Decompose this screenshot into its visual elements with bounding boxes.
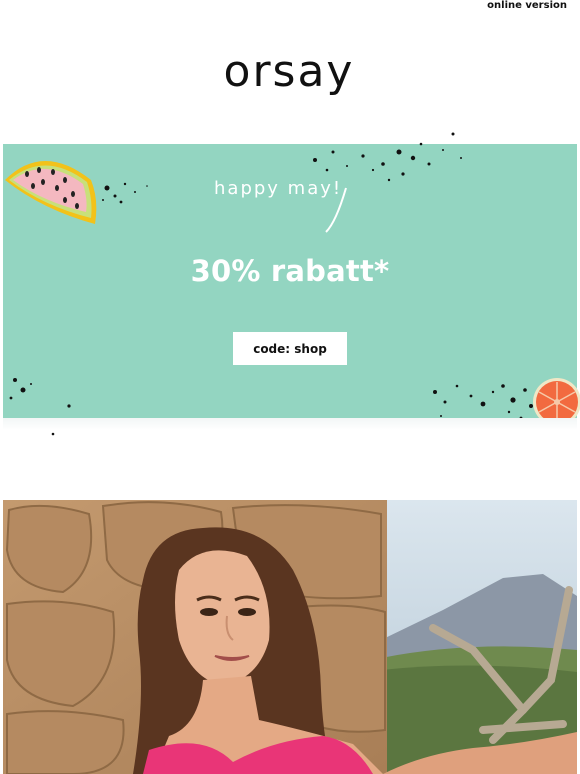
promo-code-button[interactable]: code: shop (233, 332, 347, 365)
ink-splatter (102, 182, 148, 204)
ink-splatter (313, 132, 462, 182)
hero-photo[interactable] (3, 500, 577, 774)
promo-banner[interactable]: happy may! 30% rabatt* code: shop (3, 132, 580, 436)
online-version-link[interactable]: online version (487, 0, 567, 12)
ink-splatter (433, 384, 533, 425)
ink-splatter (9, 378, 71, 436)
brand-logo-text: orsay (224, 50, 355, 97)
watermelon-slice-icon (5, 161, 97, 224)
brand-logo[interactable]: orsay (184, 46, 394, 106)
discount-headline: 30% rabatt* (190, 254, 390, 288)
hero-image (3, 500, 577, 774)
banner-shadow (3, 418, 577, 430)
